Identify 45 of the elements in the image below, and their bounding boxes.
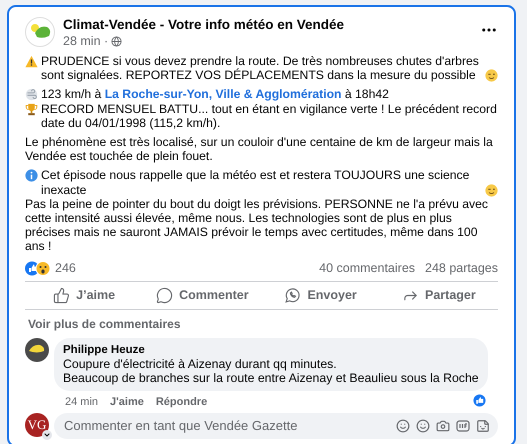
wind-icon: [25, 88, 38, 102]
post-text: PRUDENCE si vous devez prendre la route. De très nombreuses chutes d'arbres sont signalées. REPORTEZ VOS DÉPLACEMENTS dans la mesure du possible: [41, 54, 479, 82]
comments-count[interactable]: 40 commentaires: [319, 261, 416, 276]
post-text: à 18h42: [344, 87, 389, 102]
comment-action[interactable]: J'aime: [110, 396, 144, 408]
info-icon: [25, 169, 38, 182]
gif-icon[interactable]: [456, 418, 470, 433]
action-button[interactable]: J’aime: [25, 282, 144, 309]
phone-bubble-icon: [284, 286, 302, 304]
post-text: Cet épisode nous rappelle que la météo est et restera TOUJOURS une science inexacte: [41, 168, 470, 197]
chevron-icon: [43, 430, 51, 439]
shares-count[interactable]: 248 partages: [425, 261, 498, 276]
winking-face-icon: [485, 184, 498, 197]
thumbs-up-icon: [53, 286, 70, 304]
post-time: 28 min ·: [63, 34, 108, 48]
comment-box[interactable]: Commenter en tant que Vendée Gazette: [54, 412, 498, 439]
speech-bubble-icon: [156, 286, 174, 304]
trophy-icon: [25, 102, 38, 116]
globe-icon: [111, 36, 122, 46]
avatar: [25, 338, 49, 362]
action-button[interactable]: Envoyer: [262, 282, 380, 309]
place-link[interactable]: La Roche-sur-Yon, Ville & Agglomération: [104, 87, 342, 102]
winking-face-icon: [485, 69, 498, 82]
more-comments-link[interactable]: Voir plus de commentaires: [25, 310, 184, 338]
page-logo: [25, 17, 55, 47]
action-button[interactable]: Commenter: [143, 282, 262, 309]
comment-time: 24 min: [65, 396, 98, 408]
sticker-icon[interactable]: [476, 418, 490, 433]
comment-text: Coupure d'électricité à Aizenay durant qq minutes.: [63, 356, 338, 372]
warning-icon: [25, 55, 38, 68]
post-text: Le phénomène est très localisé, sur un couloir d'une centaine de km de largeur mais la Vendée est touchée de plein fouet.: [25, 135, 493, 164]
emoji-icon[interactable]: [416, 418, 430, 433]
action-button[interactable]: Partager: [380, 282, 498, 309]
post-text: Pas la peine de pointer du bout du doigt les prévisions. PERSONNE ne l'a prévu avec cette intensité aussi élevée, même nous. Les technologies sont de plus en plus précises mais ne sauront JAMAIS prévoir le temps avec certitudes, même dans 100 ans !: [25, 196, 488, 254]
page-name[interactable]: Climat-Vendée - Votre info météo en Vendée: [63, 17, 472, 32]
comment-action[interactable]: Répondre: [156, 396, 208, 408]
reaction-count[interactable]: 246: [55, 261, 310, 276]
comment-field[interactable]: Commenter en tant que Vendée Gazette: [62, 417, 396, 434]
camera-icon[interactable]: [436, 418, 450, 433]
comment-text: Beaucoup de branches sur la route entre Aizenay et Beaulieu sous la Roche: [63, 371, 479, 386]
commenter-name[interactable]: Philippe Heuze: [63, 342, 479, 357]
post-text: RECORD MENSUEL BATTU... tout en étant en vigilance verte ! Le précédent record date du 04/01/1998 (115,2 km/h).: [41, 102, 497, 130]
profile-avatar[interactable]: VG: [25, 412, 49, 437]
post-text: 123 km/h à: [41, 87, 102, 102]
reaction-icons: [25, 260, 51, 276]
